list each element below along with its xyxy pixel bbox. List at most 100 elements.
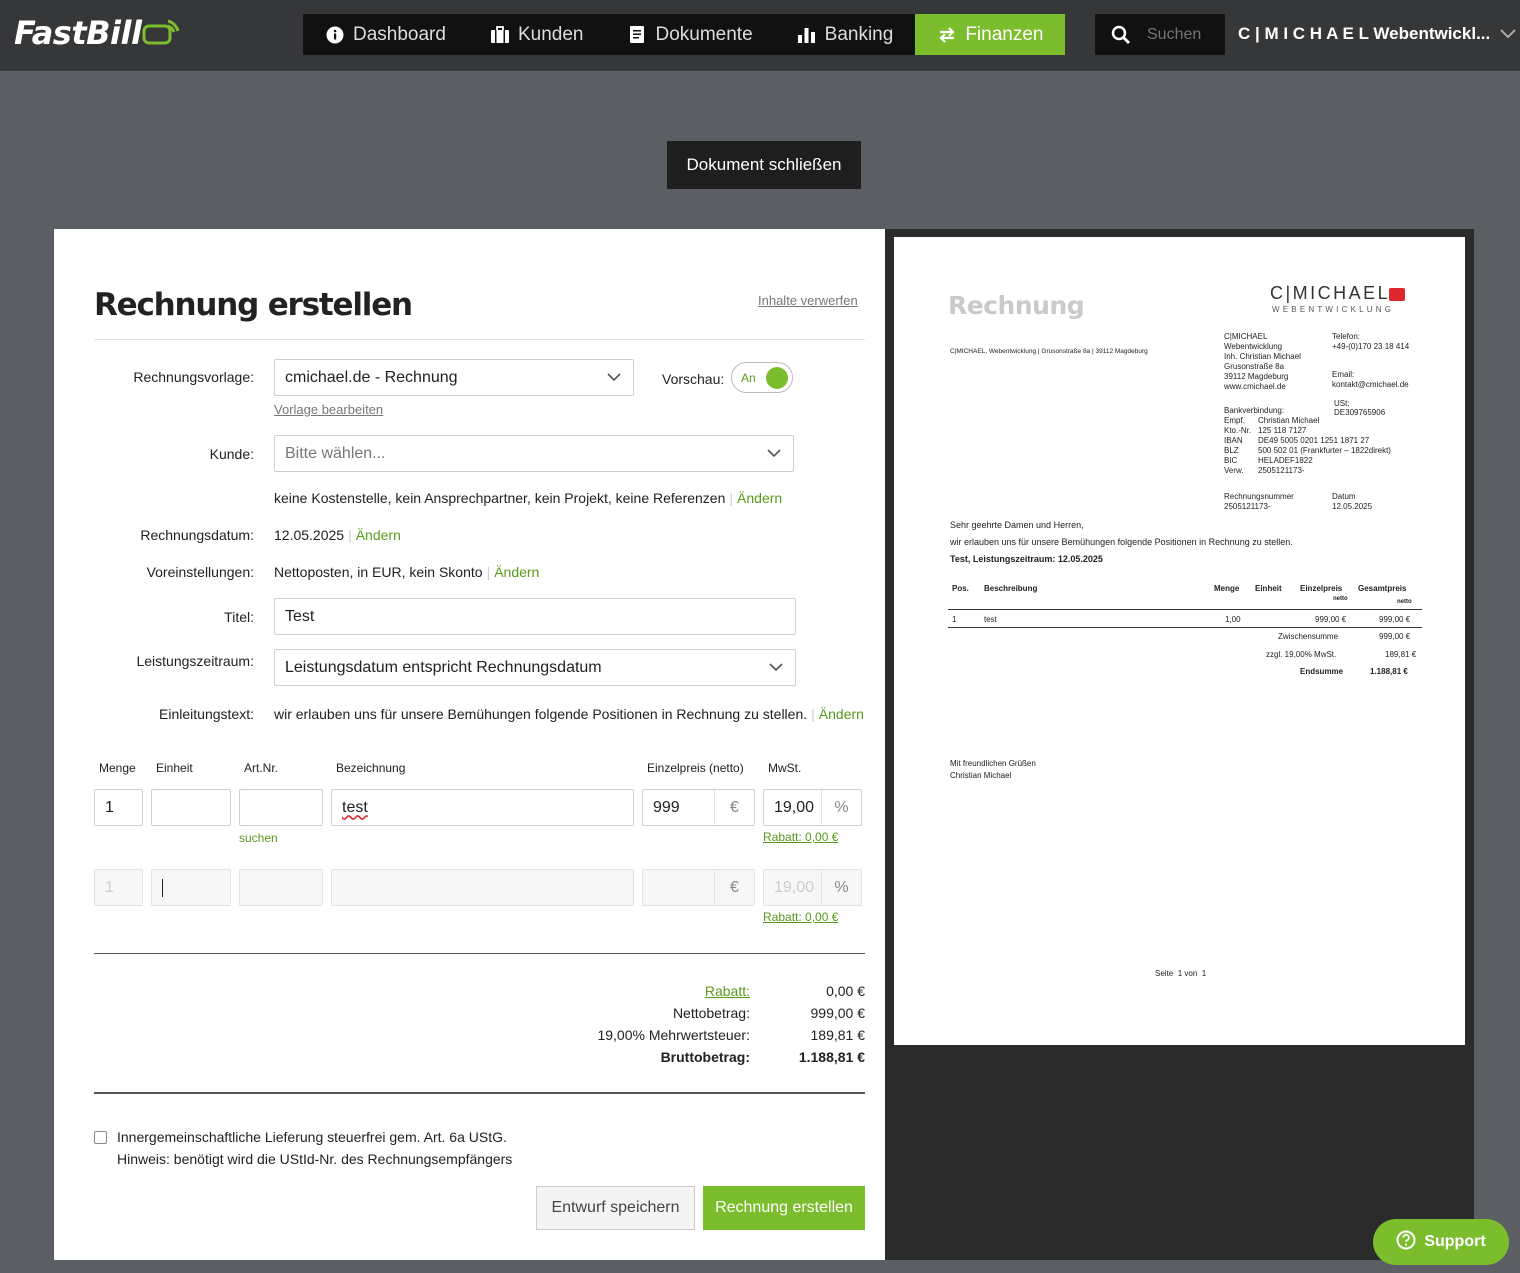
- period-label: Leistungszeitraum:: [136, 653, 254, 669]
- change-intro-link[interactable]: Ändern: [819, 706, 864, 722]
- line2-discount-link[interactable]: Rabatt: 0,00 €: [763, 910, 838, 924]
- qty-value: 1: [105, 878, 114, 896]
- page-total: 1: [1201, 969, 1207, 978]
- line1-article-input[interactable]: [239, 789, 323, 826]
- bank-label: Bankverbindung:: [1224, 406, 1285, 415]
- page-footer: Seite 1 von 1: [1155, 969, 1206, 979]
- bank-key: Verw.: [1224, 466, 1244, 475]
- vat-value: 19,00: [774, 878, 815, 896]
- page-title: Rechnung erstellen: [94, 287, 413, 323]
- line1-vat-input[interactable]: 19,00%: [763, 789, 862, 826]
- preview-toggle[interactable]: An: [731, 362, 793, 393]
- text-cursor: [162, 878, 163, 897]
- nav-label: Kunden: [517, 23, 584, 45]
- th-qty: Menge: [1214, 584, 1240, 593]
- template-select[interactable]: cmichael.de - Rechnung: [274, 359, 634, 396]
- nav-dokumente[interactable]: Dokumente: [605, 14, 774, 55]
- line1-description-input[interactable]: test: [331, 789, 634, 826]
- address-line: C|MICHAEL: [1224, 332, 1268, 341]
- divider: [94, 1092, 865, 1094]
- th-price: Einzelpreis: [1300, 584, 1343, 593]
- line1-price-input[interactable]: 999 €: [642, 789, 755, 826]
- th-pos: Pos.: [952, 584, 969, 593]
- chevron-down-icon: [767, 448, 781, 457]
- edit-template-link[interactable]: Vorlage bearbeiten: [274, 402, 383, 417]
- end-total-label: Endsumme: [1300, 667, 1344, 676]
- qty-value: 1: [105, 798, 114, 816]
- create-invoice-button[interactable]: Rechnung erstellen: [703, 1186, 865, 1230]
- title-input[interactable]: Test: [274, 598, 796, 635]
- change-presets-link[interactable]: Ändern: [494, 564, 539, 580]
- greeting: Sehr geehrte Damen und Herren,: [950, 520, 1084, 530]
- intro-value: wir erlauben uns für unsere Bemühungen f…: [274, 706, 808, 722]
- end-total-value: 1.188,81 €: [1370, 667, 1408, 676]
- bar-chart-icon: [797, 25, 817, 45]
- line2-unit-input[interactable]: [151, 869, 231, 906]
- line1-unit-input[interactable]: [151, 789, 231, 826]
- col-unit: Einheit: [156, 761, 193, 775]
- bank-value: 2505121173-: [1258, 466, 1305, 475]
- row-qty: 1,00: [1225, 615, 1241, 624]
- discard-content-link[interactable]: Inhalte verwerfen: [758, 293, 858, 308]
- change-customer-info-link[interactable]: Ändern: [737, 490, 782, 506]
- phone-label: Telefon:: [1332, 332, 1361, 341]
- nav-finanzen[interactable]: Finanzen: [915, 14, 1066, 55]
- brand-badge-icon: [1389, 288, 1405, 301]
- line2-description-input[interactable]: [331, 869, 634, 906]
- nav-banking[interactable]: Banking: [775, 14, 916, 55]
- invoice-date-label: Rechnungsdatum:: [140, 527, 254, 543]
- nav-kunden[interactable]: Kunden: [468, 14, 606, 55]
- bank-value: 125 118 7127: [1258, 426, 1307, 435]
- address-line: www.cmichael.de: [1224, 382, 1286, 391]
- change-date-link[interactable]: Ändern: [356, 527, 401, 543]
- fastbill-logo[interactable]: FastBill: [14, 14, 142, 52]
- article-search-link[interactable]: suchen: [239, 831, 278, 845]
- title-value: Test: [285, 607, 315, 625]
- col-article: Art.Nr.: [244, 761, 279, 775]
- search-icon[interactable]: [1095, 25, 1147, 45]
- of-word: von: [1184, 969, 1198, 978]
- ust-value: DE309765906: [1334, 408, 1386, 417]
- line2-article-input[interactable]: [239, 869, 323, 906]
- line1-qty-input[interactable]: 1: [94, 789, 143, 826]
- vat-value: 19,00: [774, 798, 815, 816]
- invoice-date-value: 12.05.2025: [274, 527, 345, 543]
- transfer-arrows-icon: [937, 25, 957, 45]
- presets-row: Nettoposten, in EUR, kein Skonto | Ändern: [274, 564, 540, 580]
- chevron-down-icon: [1500, 24, 1516, 44]
- th-unit: Einheit: [1255, 584, 1282, 593]
- row-total: 999,00 €: [1379, 615, 1411, 624]
- vat-value: 189,81 €: [810, 1027, 866, 1043]
- discount-link[interactable]: Rabatt:: [705, 983, 750, 999]
- search-input[interactable]: [1147, 25, 1219, 44]
- table-rule: [948, 609, 1422, 610]
- briefcase-icon: [490, 25, 510, 45]
- signer-name: Christian Michael: [950, 771, 1012, 780]
- search-box: [1095, 14, 1225, 55]
- euro-unit: €: [714, 870, 754, 905]
- intra-eu-checkbox[interactable]: [94, 1131, 107, 1144]
- customer-info-row: keine Kostenstelle, kein Ansprechpartner…: [274, 490, 783, 506]
- col-qty: Menge: [99, 761, 136, 775]
- preview-title: Rechnung: [948, 291, 1085, 320]
- account-menu[interactable]: C | M I C H A E L Webentwickl...: [1238, 24, 1516, 44]
- help-icon: [1396, 1230, 1416, 1255]
- title-label: Titel:: [224, 609, 254, 625]
- save-draft-button[interactable]: Entwurf speichern: [536, 1186, 695, 1230]
- address-line: Webentwicklung: [1224, 342, 1283, 351]
- customer-select[interactable]: Bitte wählen...: [274, 435, 794, 472]
- intro-label: Einleitungstext:: [159, 706, 254, 722]
- support-button[interactable]: Support: [1373, 1219, 1509, 1265]
- close-document-button[interactable]: Dokument schließen: [667, 141, 861, 189]
- nav-label: Dokumente: [655, 23, 753, 45]
- line2-price-input[interactable]: €: [642, 869, 755, 906]
- period-select[interactable]: Leistungsdatum entspricht Rechnungsdatum: [274, 649, 796, 686]
- net-label: Nettobetrag:: [672, 1005, 750, 1021]
- period-value: Leistungsdatum entspricht Rechnungsdatum: [285, 658, 602, 676]
- invoice-preview-panel: Rechnung C|MICHAEL WEBENTWICKLUNG C|MICH…: [885, 229, 1474, 1260]
- line1-discount-link[interactable]: Rabatt: 0,00 €: [763, 830, 838, 844]
- address-line: 39112 Magdeburg: [1224, 372, 1289, 381]
- nav-dashboard[interactable]: Dashboard: [303, 14, 468, 55]
- line2-qty-input[interactable]: 1: [94, 869, 143, 906]
- line2-vat-input[interactable]: 19,00%: [763, 869, 862, 906]
